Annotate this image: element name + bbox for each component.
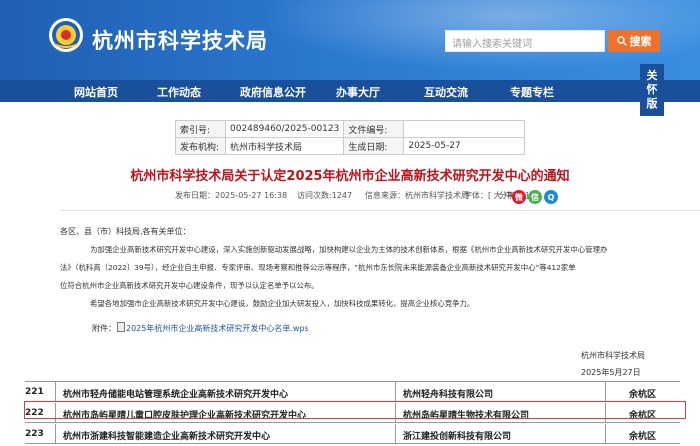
search-button[interactable]: 搜索 [608,30,660,52]
care-mode-char: 关 [646,69,658,82]
row-number: 223 [25,429,44,439]
paragraph-line: 位符合杭州市企业高新技术研究开发中心建设条件，现予以认定名单予以公布。 [60,281,319,290]
publish-date: 发布日期：2025-05-27 16:38 [175,191,288,200]
care-mode-button[interactable]: 关 怀 版 [640,64,664,116]
search-button-label: 搜索 [629,35,652,48]
sign-organization: 杭州市科学技术局 [581,351,645,360]
emblem-icon [49,18,83,52]
visit-count: 访问次数:1247 [297,191,353,200]
nav-item-interaction[interactable]: 互动交流 [424,84,468,100]
paragraph-line: 法》（杭科高〔2022〕39号），经企业自主申报、专家评审、现场考察和推荐公示等… [60,263,576,272]
attachment-link[interactable]: 2025年杭州市企业高新技术研究开发中心名单.wps [126,323,309,334]
publisher-value: 杭州市科学技术局 [224,137,345,155]
nav-item-service[interactable]: 办事大厅 [336,84,380,100]
paragraph-line: 为加强企业高新技术研究开发中心建设，深入实施创新驱动发展战略，加快构建以企业为主… [90,245,608,254]
salutation: 各区、县（市）科技局,各有关单位： [60,227,191,236]
cell-divider [395,382,396,402]
table-row: 223 杭州市浙建科技智能建造企业高新技术研究开发中心 浙江建投创新科技有限公司… [25,424,680,444]
highlight-box [24,401,686,419]
index-value: 002489460/2025-00123 [224,120,345,138]
district: 余杭区 [629,390,657,400]
cell-divider [605,382,606,402]
center-name: 杭州市浙建科技智能建造企业高新技术研究开发中心 [63,432,271,442]
site-title[interactable]: 杭州市科学技术局 [92,25,268,55]
main-nav: 网站首页 工作动态 政府信息公开 办事大厅 互动交流 专题专栏 [0,80,700,102]
center-name: 杭州市轻舟储能电站管理系统企业高新技术研究开发中心 [63,390,289,400]
site-header: 杭州市科学技术局 请输入搜索关键词 搜索 [0,0,700,80]
date-label: 生成日期: [343,137,405,155]
district: 余杭区 [629,432,657,442]
index-label: 索引号: [175,120,226,138]
document-meta-table: 索引号: 002489460/2025-00123 文件编号: 发布机构: 杭州… [175,120,525,155]
paragraph-line: 希望各地加强市企业高新技术研究开发中心建设，鼓励企业加大研发投入，加快科技成果转… [90,299,475,308]
nav-item-topics[interactable]: 专题专栏 [510,84,554,100]
info-source: 信息来源：杭州市科学技术局 [365,191,469,200]
cell-divider [395,424,396,444]
doc-no-value [403,120,525,138]
qq-icon[interactable]: Q [544,190,558,204]
company-name: 杭州轻舟科技有限公司 [403,390,494,400]
row-number: 221 [25,387,44,397]
attachment-label: 附件： [92,324,116,333]
doc-no-label: 文件编号: [343,120,405,138]
search-icon [616,36,627,46]
nav-item-news[interactable]: 工作动态 [157,84,201,100]
date-value: 2025-05-27 [403,137,525,155]
file-icon [117,322,125,332]
weibo-icon[interactable]: 微 [512,190,526,204]
sign-date: 2025年5月27日 [581,368,641,377]
cell-divider [55,382,56,402]
care-mode-char: 版 [646,97,658,110]
cell-divider [605,424,606,444]
wechat-icon[interactable]: 信 [528,190,542,204]
company-name: 浙江建投创新科技有限公司 [403,432,512,442]
search-input[interactable]: 请输入搜索关键词 [445,30,605,52]
nav-item-gov-info[interactable]: 政府信息公开 [240,84,306,100]
care-mode-char: 怀 [646,83,658,96]
article-title: 杭州市科学技术局关于认定2025年杭州市企业高新技术研究开发中心的通知 [130,169,570,184]
cell-divider [55,424,56,444]
table-row: 221 杭州市轻舟储能电站管理系统企业高新技术研究开发中心 杭州轻舟科技有限公司… [25,382,680,402]
nav-item-home[interactable]: 网站首页 [74,84,118,100]
divider [60,210,700,211]
publisher-label: 发布机构: [175,137,226,155]
